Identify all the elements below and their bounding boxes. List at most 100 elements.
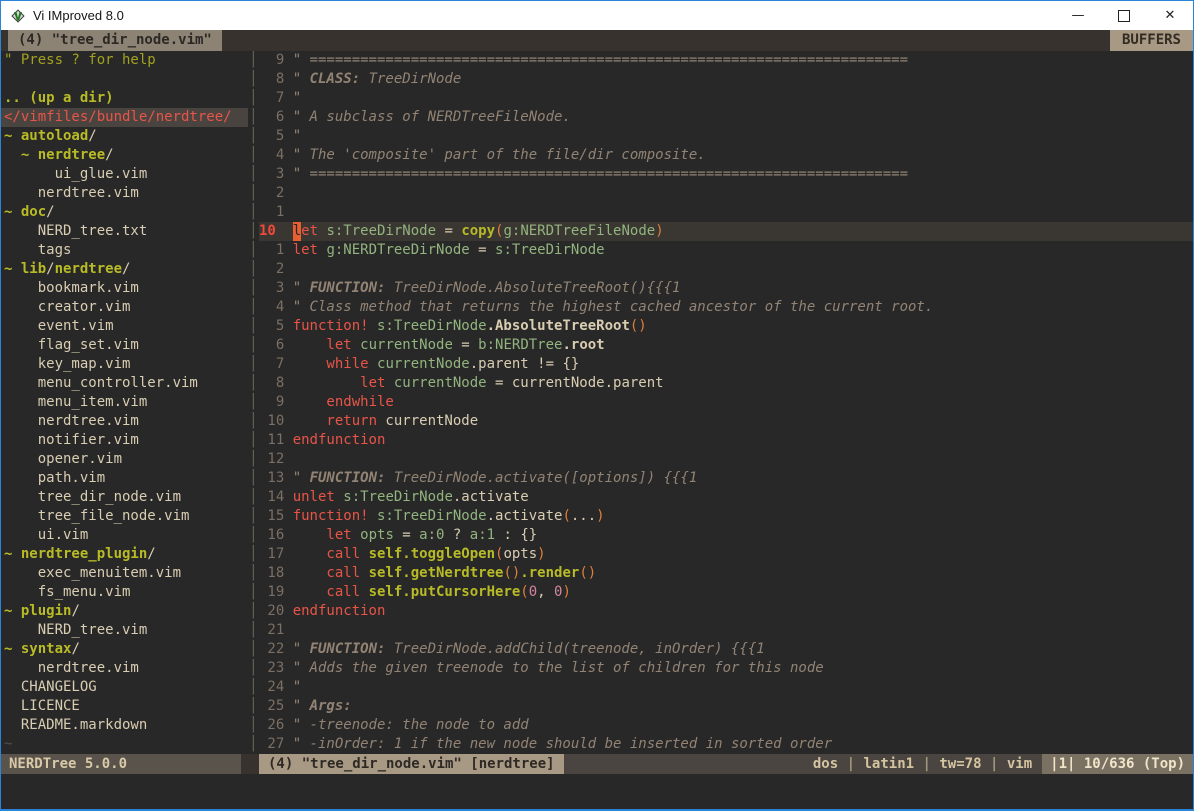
flag-separator: | bbox=[990, 756, 998, 772]
code-row[interactable]: 6" A subclass of NERDTreeFileNode. bbox=[259, 108, 1193, 127]
line-number: 3 bbox=[259, 165, 284, 184]
code-row[interactable]: 8 let currentNode = currentNode.parent bbox=[259, 374, 1193, 393]
code-row[interactable]: 2 bbox=[259, 184, 1193, 203]
command-line[interactable] bbox=[1, 774, 1193, 809]
code-row[interactable]: 13" FUNCTION: TreeDirNode.activate([opti… bbox=[259, 469, 1193, 488]
code-row[interactable]: 23" Adds the given treenode to the list … bbox=[259, 659, 1193, 678]
tree-row[interactable]: nerdtree.vim bbox=[1, 659, 248, 678]
tree-row[interactable]: notifier.vim bbox=[1, 431, 248, 450]
tree-row[interactable]: path.vim bbox=[1, 469, 248, 488]
code-row[interactable]: 18 call self.getNerdtree().render() bbox=[259, 564, 1193, 583]
code-row[interactable]: 9" =====================================… bbox=[259, 51, 1193, 70]
tree-row[interactable]: </vimfiles/bundle/nerdtree/ bbox=[1, 108, 248, 127]
tree-row[interactable]: ~ autoload/ bbox=[1, 127, 248, 146]
tree-row[interactable]: ~ doc/ bbox=[1, 203, 248, 222]
tree-row[interactable]: " Press ? for help bbox=[1, 51, 248, 70]
tree-row[interactable]: menu_item.vim bbox=[1, 393, 248, 412]
separator-glyph: │ bbox=[248, 51, 259, 70]
tab-active-buffer[interactable]: (4) "tree_dir_node.vim" bbox=[8, 30, 222, 51]
tree-row[interactable] bbox=[1, 70, 248, 89]
line-number: 12 bbox=[259, 450, 284, 469]
code-row[interactable]: 7" bbox=[259, 89, 1193, 108]
tree-row[interactable]: .. (up a dir) bbox=[1, 89, 248, 108]
tree-row[interactable]: opener.vim bbox=[1, 450, 248, 469]
separator-glyph: │ bbox=[248, 89, 259, 108]
tree-row[interactable]: NERD_tree.txt bbox=[1, 222, 248, 241]
tree-row[interactable]: README.markdown bbox=[1, 716, 248, 735]
tree-row[interactable]: ~ syntax/ bbox=[1, 640, 248, 659]
tree-row[interactable]: CHANGELOG bbox=[1, 678, 248, 697]
separator-glyph: │ bbox=[248, 469, 259, 488]
code-row[interactable]: 22" FUNCTION: TreeDirNode.addChild(treen… bbox=[259, 640, 1193, 659]
tree-row[interactable]: menu_controller.vim bbox=[1, 374, 248, 393]
line-number: 11 bbox=[259, 431, 284, 450]
tree-row[interactable]: ~ bbox=[1, 735, 248, 754]
tree-row[interactable]: NERD_tree.vim bbox=[1, 621, 248, 640]
titlebar: Vi IMproved 8.0 — ✕ bbox=[1, 1, 1193, 30]
minimize-button[interactable]: — bbox=[1055, 1, 1101, 30]
code-row[interactable]: 3" =====================================… bbox=[259, 165, 1193, 184]
code-row[interactable]: 6 let currentNode = b:NERDTree.root bbox=[259, 336, 1193, 355]
tree-row[interactable]: ~ nerdtree_plugin/ bbox=[1, 545, 248, 564]
tree-row[interactable]: exec_menuitem.vim bbox=[1, 564, 248, 583]
code-row[interactable]: 4" The 'composite' part of the file/dir … bbox=[259, 146, 1193, 165]
close-button[interactable]: ✕ bbox=[1147, 1, 1193, 30]
tree-row[interactable]: bookmark.vim bbox=[1, 279, 248, 298]
code-row[interactable]: 4" Class method that returns the highest… bbox=[259, 298, 1193, 317]
vim-icon bbox=[9, 7, 27, 25]
code-row[interactable]: 10 return currentNode bbox=[259, 412, 1193, 431]
tree-row[interactable]: ui_glue.vim bbox=[1, 165, 248, 184]
window-separator[interactable]: │││││││││││││││││││││││││││││││││││││ bbox=[248, 51, 259, 754]
tree-row[interactable]: flag_set.vim bbox=[1, 336, 248, 355]
line-number: 6 bbox=[259, 108, 284, 127]
code-row[interactable]: 12 bbox=[259, 450, 1193, 469]
statusline-flags: dos | latin1 | tw=78 | vim bbox=[813, 754, 1042, 774]
tree-row[interactable]: ~ lib/nerdtree/ bbox=[1, 260, 248, 279]
code-row[interactable]: 25" Args: bbox=[259, 697, 1193, 716]
line-number: 17 bbox=[259, 545, 284, 564]
tree-row[interactable]: ~ plugin/ bbox=[1, 602, 248, 621]
separator-glyph: │ bbox=[248, 716, 259, 735]
code-row[interactable]: 5" bbox=[259, 127, 1193, 146]
code-row[interactable]: 17 call self.toggleOpen(opts) bbox=[259, 545, 1193, 564]
line-number: 1 bbox=[259, 241, 284, 260]
code-row[interactable]: 9 endwhile bbox=[259, 393, 1193, 412]
line-number: 13 bbox=[259, 469, 284, 488]
code-row[interactable]: 5function! s:TreeDirNode.AbsoluteTreeRoo… bbox=[259, 317, 1193, 336]
tree-row[interactable]: ui.vim bbox=[1, 526, 248, 545]
code-row[interactable]: 26" -treenode: the node to add bbox=[259, 716, 1193, 735]
tree-row[interactable]: nerdtree.vim bbox=[1, 412, 248, 431]
code-row[interactable]: 8" CLASS: TreeDirNode bbox=[259, 70, 1193, 89]
code-row[interactable]: 1let g:NERDTreeDirNode = s:TreeDirNode bbox=[259, 241, 1193, 260]
code-row[interactable]: 2 bbox=[259, 260, 1193, 279]
tree-row[interactable]: fs_menu.vim bbox=[1, 583, 248, 602]
code-row[interactable]: 27" -inOrder: 1 if the new node should b… bbox=[259, 735, 1193, 754]
code-row[interactable]: 14unlet s:TreeDirNode.activate bbox=[259, 488, 1193, 507]
code-row[interactable]: 20endfunction bbox=[259, 602, 1193, 621]
tree-row[interactable]: nerdtree.vim bbox=[1, 184, 248, 203]
code-row[interactable]: 21 bbox=[259, 621, 1193, 640]
code-row[interactable]: 1 bbox=[259, 203, 1193, 222]
tree-row[interactable]: creator.vim bbox=[1, 298, 248, 317]
buffers-label[interactable]: BUFFERS bbox=[1110, 30, 1193, 51]
cursor-position: |1| 10/636 (Top) bbox=[1042, 754, 1193, 774]
maximize-button[interactable] bbox=[1101, 1, 1147, 30]
tree-row[interactable]: ~ nerdtree/ bbox=[1, 146, 248, 165]
code-row[interactable]: 10let s:TreeDirNode = copy(g:NERDTreeFil… bbox=[259, 222, 1193, 241]
line-number: 5 bbox=[259, 127, 284, 146]
tree-row[interactable]: key_map.vim bbox=[1, 355, 248, 374]
separator-glyph: │ bbox=[248, 260, 259, 279]
code-row[interactable]: 11endfunction bbox=[259, 431, 1193, 450]
code-row[interactable]: 15function! s:TreeDirNode.activate(...) bbox=[259, 507, 1193, 526]
tree-row[interactable]: tree_dir_node.vim bbox=[1, 488, 248, 507]
statusline-right: dos | latin1 | tw=78 | vim |1| 10/636 (T… bbox=[813, 754, 1193, 774]
code-row[interactable]: 16 let opts = a:0 ? a:1 : {} bbox=[259, 526, 1193, 545]
tree-row[interactable]: tree_file_node.vim bbox=[1, 507, 248, 526]
tree-row[interactable]: event.vim bbox=[1, 317, 248, 336]
code-row[interactable]: 3" FUNCTION: TreeDirNode.AbsoluteTreeRoo… bbox=[259, 279, 1193, 298]
code-row[interactable]: 7 while currentNode.parent != {} bbox=[259, 355, 1193, 374]
code-row[interactable]: 24" bbox=[259, 678, 1193, 697]
tree-row[interactable]: LICENCE bbox=[1, 697, 248, 716]
tree-row[interactable]: tags bbox=[1, 241, 248, 260]
code-row[interactable]: 19 call self.putCursorHere(0, 0) bbox=[259, 583, 1193, 602]
